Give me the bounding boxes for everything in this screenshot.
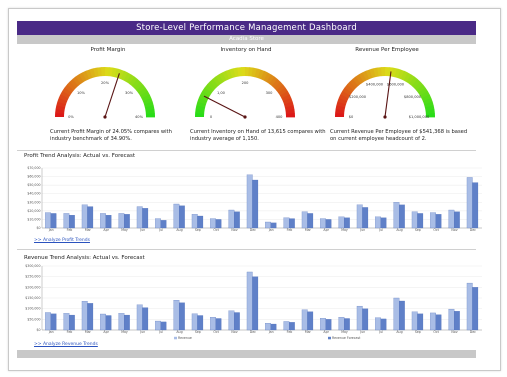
x-tick-label: Sep xyxy=(195,330,201,334)
bar[interactable] xyxy=(197,315,204,331)
y-tick-label: $300,000 xyxy=(25,264,40,268)
bar[interactable] xyxy=(155,320,161,331)
bar[interactable] xyxy=(454,311,460,331)
bar[interactable] xyxy=(472,287,479,331)
bar[interactable] xyxy=(411,311,418,331)
bar[interactable] xyxy=(430,312,436,331)
bar[interactable] xyxy=(100,313,106,331)
y-tick-label: $0 xyxy=(36,328,40,332)
bar[interactable] xyxy=(246,271,253,331)
x-tick-label: Nov xyxy=(451,330,457,334)
bar[interactable] xyxy=(393,297,400,331)
bar[interactable] xyxy=(50,313,57,331)
bar[interactable] xyxy=(160,321,167,331)
x-tick-label: Dec xyxy=(250,330,256,334)
x-tick-label: Jun xyxy=(139,330,145,334)
y-tick-label: $250,000 xyxy=(25,275,40,279)
x-tick-label: Jul xyxy=(378,330,383,334)
bar[interactable] xyxy=(417,313,424,331)
footer-bar xyxy=(17,350,476,358)
x-tick-label: Dec xyxy=(470,330,476,334)
x-tick-label: Feb xyxy=(287,330,293,334)
bar[interactable] xyxy=(252,276,259,331)
x-tick-label: Oct xyxy=(433,330,439,334)
analyze-revenue-link[interactable]: >> Analyze Revenue Trends xyxy=(34,342,98,347)
bar[interactable] xyxy=(105,315,112,331)
bar[interactable] xyxy=(289,322,295,331)
bar[interactable] xyxy=(344,318,350,331)
x-tick-label: Jan xyxy=(268,330,274,334)
bar[interactable] xyxy=(435,314,442,331)
x-tick-label: Jul xyxy=(158,330,163,334)
x-tick-label: Jun xyxy=(359,330,365,334)
bar[interactable] xyxy=(215,318,222,331)
bar[interactable] xyxy=(87,303,94,331)
bar[interactable] xyxy=(45,312,51,331)
bar[interactable] xyxy=(118,313,125,331)
bar[interactable] xyxy=(399,300,405,331)
bar[interactable] xyxy=(356,305,363,331)
bar[interactable] xyxy=(265,323,271,331)
bar[interactable] xyxy=(191,313,198,331)
x-tick-label: May xyxy=(341,330,348,334)
bar[interactable] xyxy=(69,314,75,331)
bar[interactable] xyxy=(325,319,332,331)
bar[interactable] xyxy=(338,317,345,331)
bar[interactable] xyxy=(234,312,240,331)
bar[interactable] xyxy=(136,304,143,331)
bar[interactable] xyxy=(228,310,235,331)
y-tick-label: $200,000 xyxy=(25,285,40,289)
bar[interactable] xyxy=(283,321,290,331)
bar[interactable] xyxy=(210,317,216,331)
legend-swatch xyxy=(174,336,177,340)
legend-label: Revenue Forecast xyxy=(332,336,361,340)
x-tick-label: Nov xyxy=(231,330,237,334)
bar[interactable] xyxy=(448,308,455,331)
legend-label: Revenue xyxy=(178,336,192,340)
legend-swatch xyxy=(328,336,331,340)
bar[interactable] xyxy=(179,302,185,331)
bar[interactable] xyxy=(466,282,473,331)
x-tick-label: Apr xyxy=(323,330,329,334)
bar[interactable] xyxy=(375,317,381,331)
bar[interactable] xyxy=(173,300,180,331)
x-tick-label: Aug xyxy=(396,330,402,334)
bar[interactable] xyxy=(81,301,88,331)
x-tick-label: Mar xyxy=(305,330,312,334)
x-tick-label: May xyxy=(121,330,128,334)
bar[interactable] xyxy=(320,318,326,331)
bar[interactable] xyxy=(380,318,387,331)
x-tick-label: Sep xyxy=(415,330,421,334)
bar[interactable] xyxy=(63,313,70,331)
x-tick-label: Mar xyxy=(85,330,92,334)
x-tick-label: Oct xyxy=(213,330,219,334)
x-tick-label: Aug xyxy=(176,330,182,334)
x-tick-label: Apr xyxy=(103,330,109,334)
bar[interactable] xyxy=(307,311,314,331)
x-tick-label: Jan xyxy=(48,330,54,334)
bar[interactable] xyxy=(301,309,308,331)
revenue-trend-chart: $0 $50,000 $100,000 $150,000 $200,000 $250,00… xyxy=(25,264,482,340)
bar[interactable] xyxy=(142,307,149,331)
y-tick-label: $100,000 xyxy=(25,307,40,311)
bar[interactable] xyxy=(124,314,130,331)
bar[interactable] xyxy=(362,308,369,331)
x-tick-label: Feb xyxy=(67,330,73,334)
y-tick-label: $150,000 xyxy=(25,296,40,300)
y-tick-label: $50,000 xyxy=(27,317,40,321)
